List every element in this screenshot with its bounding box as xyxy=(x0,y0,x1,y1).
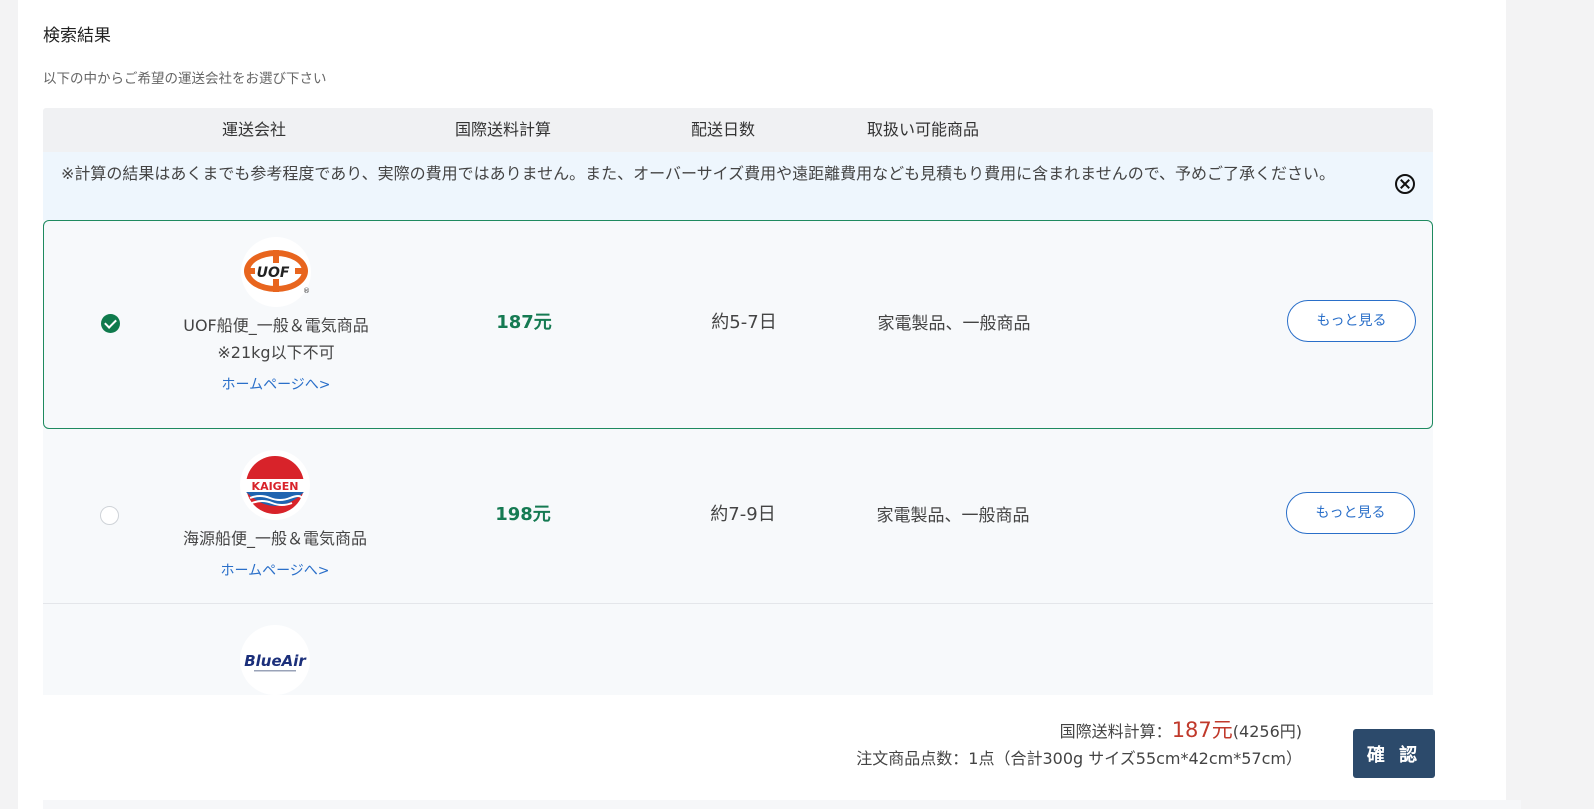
column-header-shipping-fee: 国際送料計算 xyxy=(454,120,551,139)
carrier-info: UOF船便_一般＆電気商品 ※21kg以下不可 ホームページへ> xyxy=(154,312,398,394)
carrier-name: UOF船便_一般＆電気商品 xyxy=(183,316,369,335)
homepage-link[interactable]: ホームページへ> xyxy=(221,374,330,394)
more-button[interactable]: もっと見る xyxy=(1286,492,1415,534)
radio-checked-icon[interactable] xyxy=(101,314,120,333)
carrier-row-blueair[interactable]: BlueAir xyxy=(43,605,1433,695)
delivery-days: 約5-7日 xyxy=(711,312,777,333)
page-title: 検索結果 xyxy=(43,26,111,46)
table-header: 運送会社 国際送料計算 配送日数 取扱い可能商品 xyxy=(43,108,1433,152)
more-button[interactable]: もっと見る xyxy=(1287,300,1416,342)
column-header-delivery-days: 配送日数 xyxy=(690,120,755,139)
kaigen-logo-graphic: KAIGEN xyxy=(245,456,305,514)
homepage-link[interactable]: ホームページへ> xyxy=(220,560,329,580)
carrier-list: UOF ® UOF船便_一般＆電気商品 ※21kg以下不可 ホームページへ> 1… xyxy=(43,220,1433,695)
notice-text: ※計算の結果はあくまでも参考程度であり、実際の費用ではありません。また、オーバー… xyxy=(61,164,1336,183)
carrier-name: 海源船便_一般＆電気商品 xyxy=(182,529,367,548)
carrier-row-uof[interactable]: UOF ® UOF船便_一般＆電気商品 ※21kg以下不可 ホームページへ> 1… xyxy=(43,220,1433,429)
uof-logo: UOF ® xyxy=(241,237,311,307)
page-subtitle: 以下の中からご希望の運送会社をお選び下さい xyxy=(43,71,327,87)
column-header-carrier: 運送会社 xyxy=(221,120,286,139)
blueair-logo-graphic: BlueAir xyxy=(244,652,307,672)
delivery-days: 約7-9日 xyxy=(710,504,776,525)
summary-label: 国際送料計算： xyxy=(1059,722,1172,741)
blueair-logo: BlueAir xyxy=(240,625,310,695)
available-goods: 家電製品、一般商品 xyxy=(877,314,1031,334)
available-goods: 家電製品、一般商品 xyxy=(876,506,1030,526)
kaigen-logo-text: KAIGEN xyxy=(252,480,299,493)
carrier-restriction: ※21kg以下不可 xyxy=(217,343,335,362)
carrier-info: 海源船便_一般＆電気商品 ホームページへ> xyxy=(153,525,397,580)
uof-logo-text: UOF xyxy=(257,265,290,281)
summary-price: 187元 xyxy=(1171,718,1233,742)
svg-text:®: ® xyxy=(303,287,310,295)
order-info: 注文商品点数：1点（合計300g サイズ55cm*42cm*57cm） xyxy=(856,749,1302,768)
confirm-button[interactable]: 確 認 xyxy=(1353,729,1435,778)
bottom-divider xyxy=(43,800,1521,809)
summary-yen: (4256円) xyxy=(1232,722,1302,741)
notice-banner: ※計算の結果はあくまでも参考程度であり、実際の費用ではありません。また、オーバー… xyxy=(43,152,1433,220)
blueair-logo-text: BlueAir xyxy=(244,652,307,670)
shipping-price: 198元 xyxy=(495,504,551,525)
shipping-price: 187元 xyxy=(496,312,552,333)
order-summary: 国際送料計算：187元(4256円) 注文商品点数：1点（合計300g サイズ5… xyxy=(856,717,1302,773)
kaigen-logo: KAIGEN xyxy=(240,450,310,520)
column-header-available-goods: 取扱い可能商品 xyxy=(866,120,979,139)
uof-logo-graphic: UOF ® xyxy=(244,250,310,295)
carrier-row-kaigen[interactable]: KAIGEN 海源船便_一般＆電気商品 ホームページへ> 198元 約7-9日 … xyxy=(43,429,1433,604)
close-icon[interactable] xyxy=(1395,174,1415,194)
radio-unchecked-icon[interactable] xyxy=(100,506,119,525)
